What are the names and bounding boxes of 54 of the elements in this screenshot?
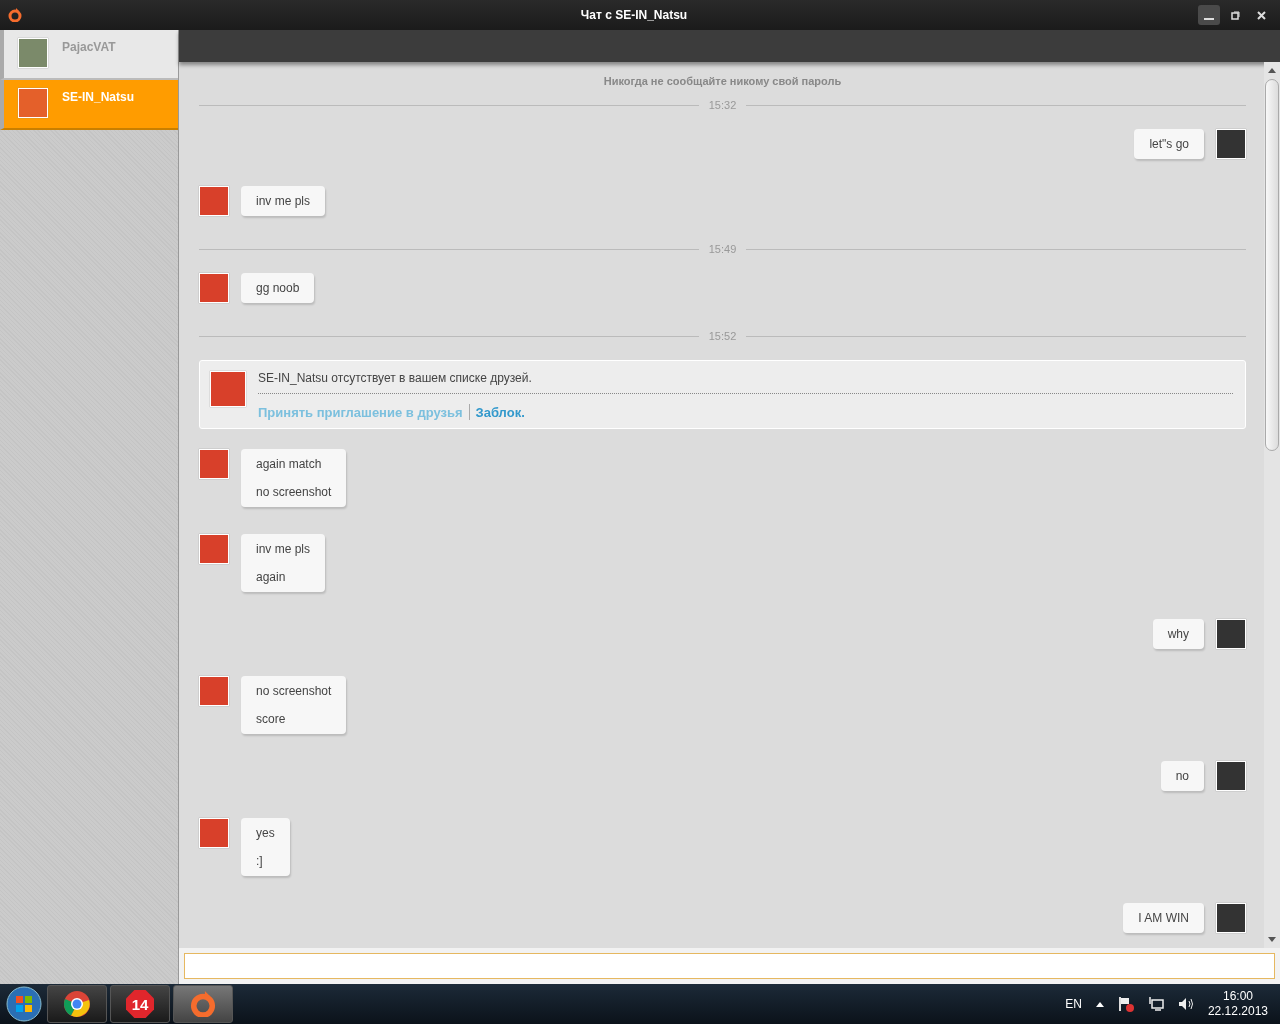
- avatar-photo-placeholder: [199, 676, 229, 706]
- avatar-photo-placeholder: [199, 818, 229, 848]
- start-button[interactable]: [4, 985, 44, 1023]
- message-bubble: no: [1160, 761, 1204, 791]
- taskbar-app[interactable]: [47, 985, 107, 1023]
- minimize-button[interactable]: [1198, 5, 1220, 25]
- scroll-up-icon[interactable]: [1268, 68, 1276, 73]
- close-icon: [1256, 10, 1266, 20]
- message-bubble: I AM WIN: [1123, 903, 1204, 933]
- message-bubble: let"s go: [1134, 129, 1204, 159]
- avatar-photo-placeholder: [1216, 761, 1246, 791]
- message-bubble: no screenshot score: [241, 676, 347, 734]
- avatar-photo-placeholder: [199, 449, 229, 479]
- security-notice: Никогда не сообщайте никому свой пароль: [602, 74, 843, 89]
- browser-icon: [63, 990, 91, 1018]
- message-bubble: why: [1152, 619, 1204, 649]
- restore-icon: [1230, 10, 1240, 20]
- avatar-photo-placeholder: [199, 186, 229, 216]
- scrollbar[interactable]: [1264, 62, 1280, 948]
- avatar-photo-placeholder: [1216, 903, 1246, 933]
- origin-logo-icon: [8, 8, 22, 22]
- clock[interactable]: 16:00 22.12.2013: [1207, 989, 1268, 1019]
- avatar-photo-placeholder: [18, 88, 48, 118]
- timestamp: 15:52: [708, 330, 737, 342]
- accept-friend-link[interactable]: Принять приглашение в друзья: [258, 404, 463, 420]
- language-indicator[interactable]: EN: [1065, 997, 1082, 1011]
- taskbar-app[interactable]: 14: [110, 985, 170, 1023]
- window-title: Чат с SE-IN_Natsu: [579, 8, 689, 22]
- message-bubble: again match no screenshot: [241, 449, 347, 507]
- network-icon[interactable]: [1147, 996, 1164, 1012]
- message-input-field[interactable]: [184, 953, 1275, 979]
- avatar-photo-placeholder: [1216, 129, 1246, 159]
- avatar-photo-placeholder: [18, 38, 48, 68]
- message-bubble: inv me pls again: [241, 534, 326, 592]
- friend-request-text: SE-IN_Natsu отсутствует в вашем списке друзей.: [258, 371, 1233, 394]
- volume-icon[interactable]: [1177, 996, 1194, 1012]
- minimize-icon: [1204, 18, 1214, 20]
- contact-item[interactable]: PajacVAT: [0, 30, 178, 80]
- contact-item[interactable]: SE-IN_Natsu: [0, 80, 178, 130]
- flag-error-icon[interactable]: [1117, 996, 1134, 1012]
- scroll-down-icon[interactable]: [1268, 937, 1276, 942]
- message-bubble: inv me pls: [241, 186, 326, 216]
- avatar-photo-placeholder: [199, 273, 229, 303]
- app-badge-icon: 14: [126, 990, 154, 1018]
- timestamp: 15:32: [708, 99, 737, 111]
- avatar-photo-placeholder: [210, 371, 246, 407]
- origin-logo-icon: [190, 991, 216, 1017]
- timestamp: 15:49: [708, 243, 737, 255]
- avatar-photo-placeholder: [1216, 619, 1246, 649]
- message-bubble: yes :]: [241, 818, 290, 876]
- block-link[interactable]: Заблок.: [475, 404, 525, 420]
- message-bubble: gg noob: [241, 273, 315, 303]
- tray-caret-icon[interactable]: [1095, 1001, 1104, 1007]
- avatar-photo-placeholder: [199, 534, 229, 564]
